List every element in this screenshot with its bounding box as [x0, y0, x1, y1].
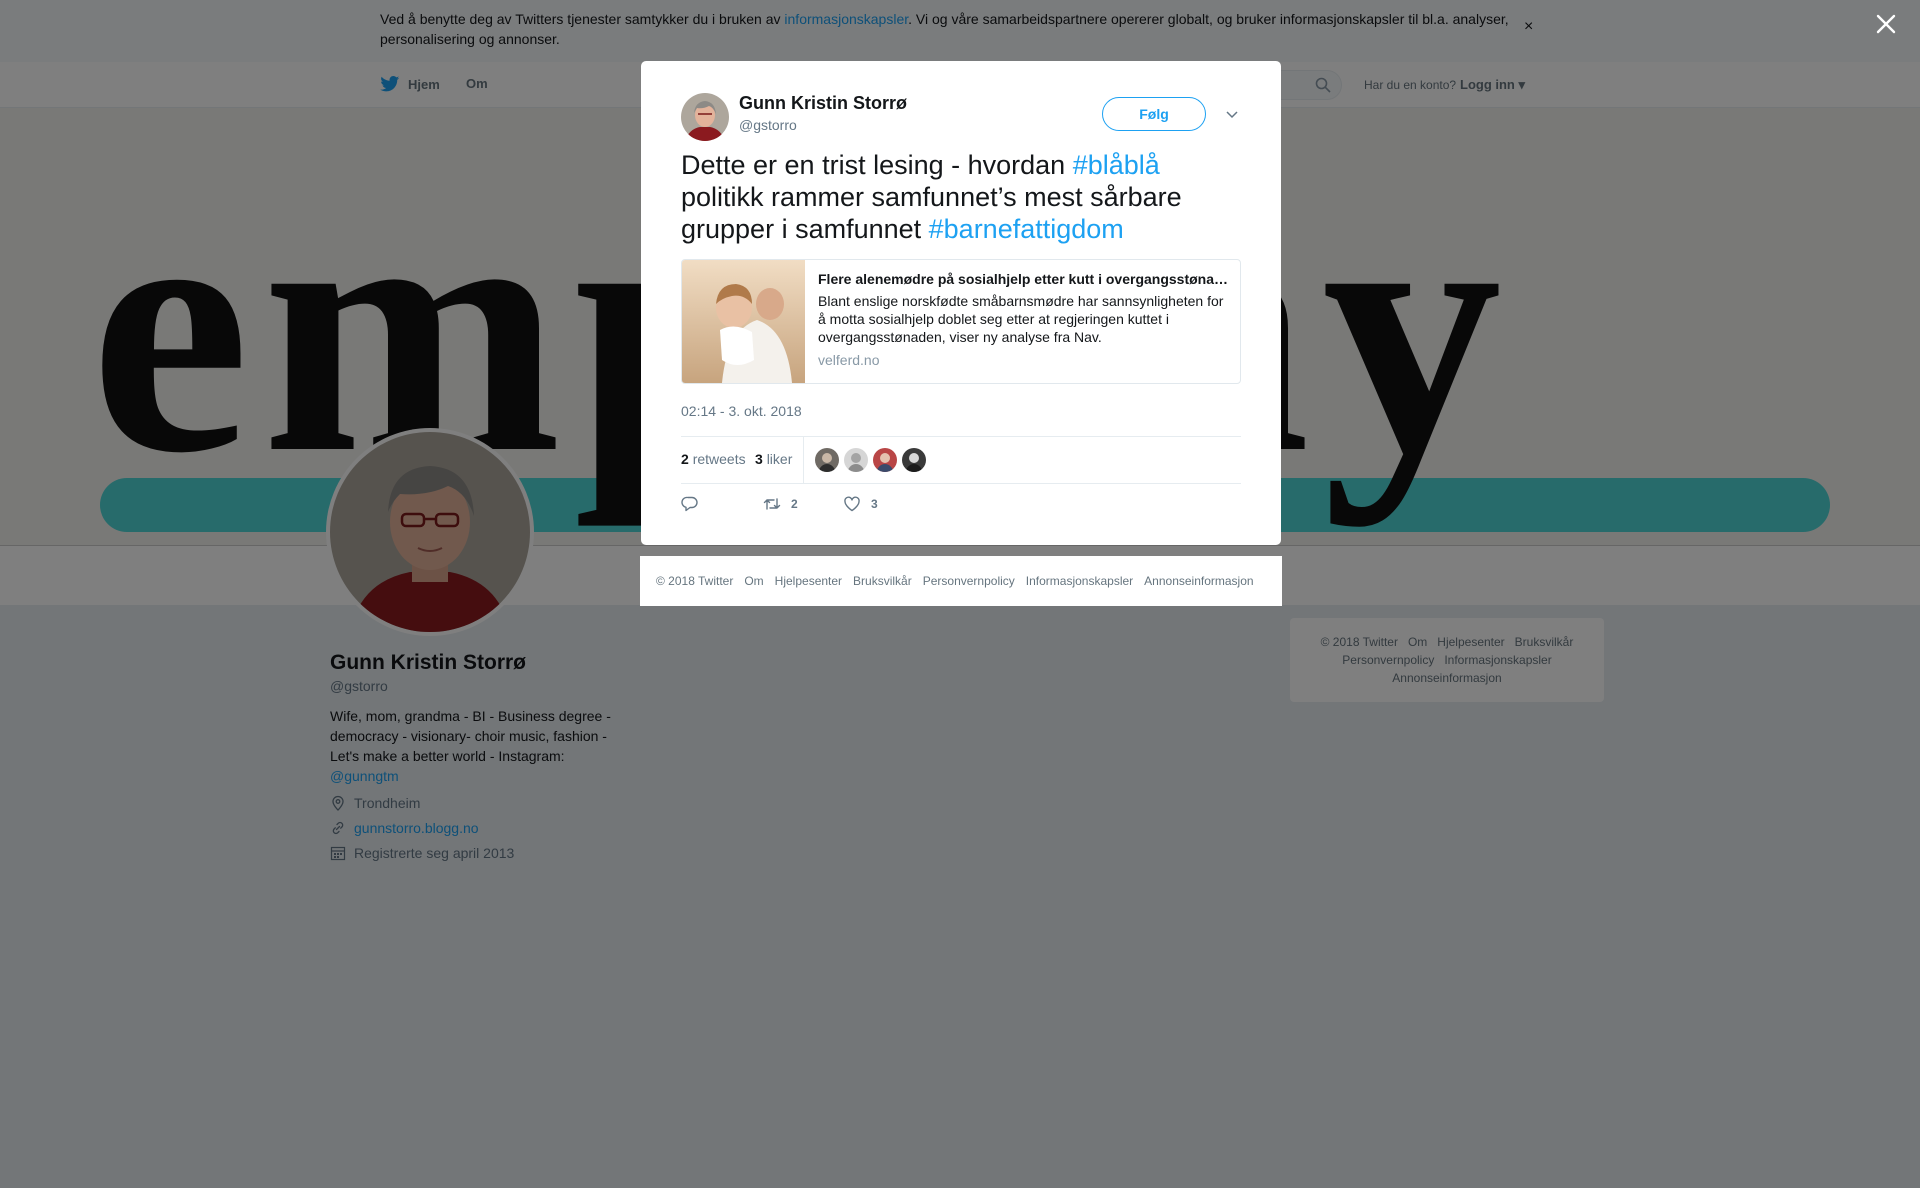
link-preview-title: Flere alenemødre på sosialhjelp etter ku…: [818, 271, 1230, 287]
footer-link[interactable]: Personvernpolicy: [923, 574, 1015, 588]
tweet-author-name[interactable]: Gunn Kristin Storrø: [739, 93, 907, 114]
modal-footer: © 2018 Twitter Om Hjelpesenter Bruksvilk…: [640, 556, 1282, 606]
footer-link[interactable]: Om: [744, 574, 763, 588]
tweet-author-handle[interactable]: @gstorro: [739, 117, 797, 133]
tweet-author-avatar[interactable]: [681, 93, 729, 141]
link-preview-card[interactable]: Flere alenemødre på sosialhjelp etter ku…: [681, 259, 1241, 384]
reply-icon: [681, 496, 698, 512]
footer-link[interactable]: Hjelpesenter: [775, 574, 842, 588]
retweet-action-count: 2: [791, 497, 798, 511]
hashtag-link[interactable]: #barnefattigdom: [929, 214, 1124, 244]
liker-avatar[interactable]: [844, 448, 868, 472]
like-button[interactable]: 3: [843, 495, 878, 513]
footer-link[interactable]: © 2018 Twitter: [656, 574, 733, 588]
tweet-stats: 2 retweets 3 liker: [681, 436, 1241, 484]
like-count-link[interactable]: 3 liker: [755, 451, 792, 467]
retweet-icon: [763, 498, 781, 510]
footer-link[interactable]: Annonseinformasjon: [1144, 574, 1253, 588]
likers-avatars: [815, 448, 926, 472]
link-preview-image: [682, 260, 805, 383]
liker-avatar[interactable]: [873, 448, 897, 472]
stats-divider: [803, 437, 804, 483]
reply-button[interactable]: [681, 495, 699, 513]
liker-avatar[interactable]: [815, 448, 839, 472]
tweet-actions: 2 3: [681, 495, 1241, 525]
like-action-count: 3: [871, 497, 878, 511]
tweet-timestamp[interactable]: 02:14 - 3. okt. 2018: [681, 403, 802, 419]
tweet-text: Dette er en trist lesing - hvordan #blåb…: [681, 150, 1182, 244]
footer-link[interactable]: Bruksvilkår: [853, 574, 912, 588]
heart-icon: [844, 496, 860, 512]
hashtag-link[interactable]: #blåblå: [1073, 150, 1160, 180]
link-preview-domain: velferd.no: [818, 352, 880, 368]
liker-avatar[interactable]: [902, 448, 926, 472]
retweet-count-link[interactable]: 2 retweets: [681, 451, 746, 467]
tweet-modal: Gunn Kristin Storrø @gstorro Følg Dette …: [641, 61, 1281, 545]
link-preview-description: Blant enslige norskfødte småbarnsmødre h…: [818, 293, 1224, 345]
retweet-button[interactable]: 2: [763, 495, 798, 513]
follow-button[interactable]: Følg: [1102, 97, 1206, 131]
chevron-down-icon[interactable]: [1223, 105, 1241, 123]
footer-link[interactable]: Informasjonskapsler: [1026, 574, 1133, 588]
close-modal-icon[interactable]: [1874, 12, 1898, 36]
link-preview-body: Flere alenemødre på sosialhjelp etter ku…: [818, 270, 1230, 368]
tweet-author-avatar-image: [681, 93, 729, 141]
